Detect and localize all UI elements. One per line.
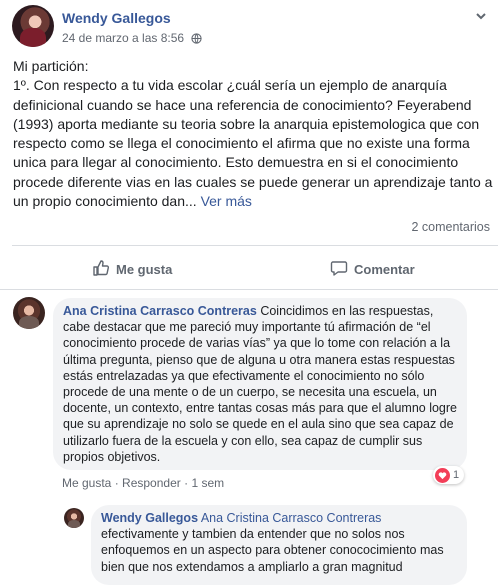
love-heart-icon <box>435 467 450 483</box>
comment-button[interactable]: Comentar <box>330 258 415 280</box>
reply-avatar[interactable] <box>64 508 84 528</box>
separator: · <box>114 476 119 490</box>
reply-bubble: Wendy Gallegos Ana Cristina Carrasco Con… <box>91 505 467 585</box>
divider <box>0 289 498 290</box>
comment-like-link[interactable]: Me gusta <box>62 476 111 490</box>
comment-reply-link[interactable]: Responder <box>122 476 181 490</box>
author-avatar[interactable] <box>12 5 54 47</box>
comment-author[interactable]: Ana Cristina Carrasco Contreras <box>63 304 257 318</box>
comment-bubble: Ana Cristina Carrasco Contreras Coincidi… <box>53 298 467 470</box>
comment-actions: Me gusta · Responder · 1 sem <box>62 476 224 490</box>
commenter-avatar[interactable] <box>13 297 45 329</box>
thumbs-up-icon <box>92 259 110 280</box>
reaction-count: 1 <box>453 469 460 481</box>
like-button[interactable]: Me gusta <box>92 258 172 280</box>
see-more-link[interactable]: Ver más <box>201 193 252 209</box>
chevron-down-icon[interactable] <box>474 9 488 23</box>
reply-mention[interactable]: Ana Cristina Carrasco Contreras <box>201 511 382 525</box>
comment-count[interactable]: 2 comentarios <box>411 220 490 234</box>
divider <box>12 245 498 246</box>
reply-author[interactable]: Wendy Gallegos <box>101 511 198 525</box>
reaction-badge[interactable]: 1 <box>433 466 465 484</box>
post-timestamp[interactable]: 24 de marzo a las 8:56 <box>62 31 184 45</box>
post-heading: Mi partición: <box>13 58 89 74</box>
post-body: Mi partición: 1º. Con respecto a tu vida… <box>13 57 497 211</box>
separator: · <box>184 476 189 490</box>
post-text: 1º. Con respecto a tu vida escolar ¿cuál… <box>13 77 493 210</box>
globe-icon <box>191 33 203 47</box>
comment-age[interactable]: 1 sem <box>191 476 224 490</box>
reply-text: efectivamente y tambien da entender que … <box>101 527 444 574</box>
like-label: Me gusta <box>116 261 173 277</box>
comment-label: Comentar <box>354 261 415 277</box>
speech-bubble-icon <box>330 259 348 280</box>
post-author-name[interactable]: Wendy Gallegos <box>62 10 171 26</box>
post-timestamp-row: 24 de marzo a las 8:56 <box>62 31 203 47</box>
comment-text: Coincidimos en las respuestas, cabe dest… <box>63 304 457 464</box>
